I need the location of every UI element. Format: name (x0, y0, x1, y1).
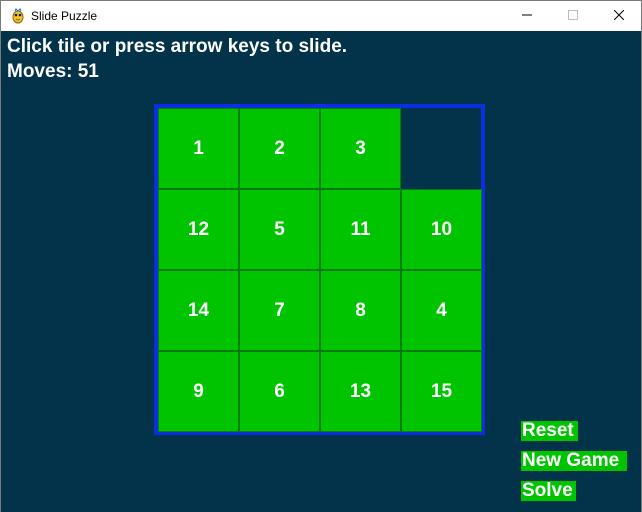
puzzle-tile[interactable]: 13 (320, 351, 401, 432)
puzzle-tile[interactable]: 5 (239, 189, 320, 270)
puzzle-tile[interactable]: 1 (158, 108, 239, 189)
puzzle-tile[interactable]: 2 (239, 108, 320, 189)
puzzle-board-frame: 1 2 3 12 5 11 10 14 7 8 4 9 6 13 15 (154, 104, 485, 435)
puzzle-tile[interactable]: 15 (401, 351, 482, 432)
minimize-button[interactable] (504, 1, 550, 31)
puzzle-board: 1 2 3 12 5 11 10 14 7 8 4 9 6 13 15 (158, 108, 482, 432)
puzzle-tile[interactable]: 11 (320, 189, 401, 270)
maximize-button[interactable] (550, 1, 596, 31)
minimize-icon (522, 7, 532, 25)
title-bar[interactable]: Slide Puzzle (1, 1, 641, 31)
puzzle-tile[interactable]: 9 (158, 351, 239, 432)
reset-button[interactable]: Reset (521, 421, 578, 441)
puzzle-tile[interactable]: 8 (320, 270, 401, 351)
moves-counter: Moves: 51 (7, 61, 99, 82)
new-game-button[interactable]: New Game (521, 451, 627, 471)
puzzle-tile[interactable]: 7 (239, 270, 320, 351)
app-window: Slide Puzzle Click tile or press arrow k… (0, 0, 642, 512)
empty-slot (401, 108, 482, 189)
solve-button[interactable]: Solve (521, 481, 576, 501)
game-canvas[interactable]: Click tile or press arrow keys to slide.… (1, 31, 641, 512)
puzzle-tile[interactable]: 4 (401, 270, 482, 351)
puzzle-tile[interactable]: 3 (320, 108, 401, 189)
instruction-text: Click tile or press arrow keys to slide. (7, 36, 348, 57)
close-icon (613, 7, 625, 25)
puzzle-tile[interactable]: 6 (239, 351, 320, 432)
pygame-snake-icon (10, 7, 26, 24)
puzzle-tile[interactable]: 14 (158, 270, 239, 351)
close-button[interactable] (596, 1, 642, 31)
maximize-icon (568, 7, 578, 25)
puzzle-tile[interactable]: 10 (401, 189, 482, 270)
window-title: Slide Puzzle (31, 9, 98, 23)
puzzle-tile[interactable]: 12 (158, 189, 239, 270)
